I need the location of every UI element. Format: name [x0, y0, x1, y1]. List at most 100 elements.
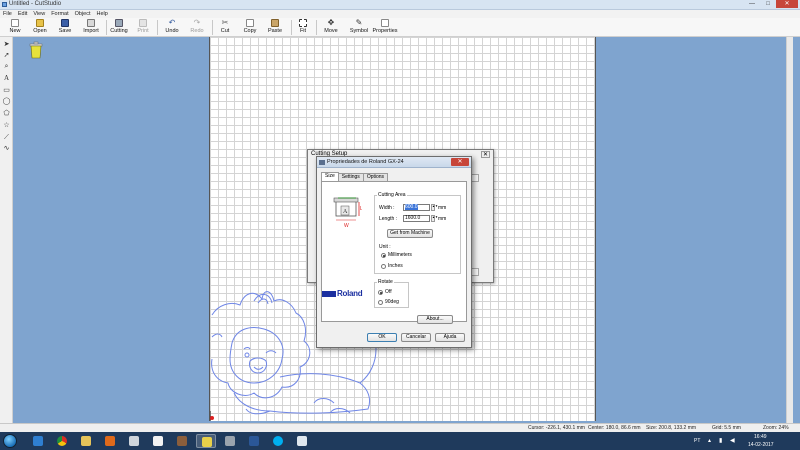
cutting-button[interactable]: Cutting	[109, 19, 129, 36]
open-button[interactable]: Open	[29, 19, 51, 36]
symbol-button[interactable]: ✎ Symbol	[348, 19, 370, 36]
rotate-off-radio[interactable]: Off	[378, 289, 392, 295]
unit-inches-radio[interactable]: Inches	[381, 263, 403, 269]
word-icon	[249, 436, 259, 446]
chrome-icon	[57, 436, 67, 446]
polyline-tool-icon[interactable]: ⟋	[2, 133, 11, 142]
ellipse-tool-icon[interactable]: ◯	[2, 97, 11, 106]
length-input[interactable]: 1600.0	[403, 215, 430, 222]
tab-options[interactable]: Options	[362, 173, 389, 181]
redo-button[interactable]: ↷ Redo	[188, 19, 206, 36]
cutting-icon	[115, 19, 123, 27]
save-disk-icon	[61, 19, 69, 27]
tab-settings[interactable]: Settings	[337, 173, 364, 181]
radio-dot	[378, 289, 383, 295]
undo-button[interactable]: ↶ Undo	[163, 19, 181, 36]
menu-help[interactable]: Help	[97, 10, 108, 18]
rectangle-tool-icon[interactable]: ▭	[2, 86, 11, 95]
taskbar-word[interactable]	[244, 434, 264, 448]
menu-view[interactable]: View	[33, 10, 45, 18]
zoom-tool-icon[interactable]: ⌕	[2, 62, 11, 71]
text-tool-icon[interactable]: A	[2, 74, 11, 83]
unit-millimeters-radio[interactable]: Millimeters	[381, 252, 412, 258]
import-button[interactable]: Import	[79, 19, 103, 36]
width-spinner[interactable]: ▲▼	[431, 204, 438, 211]
save-button[interactable]: Save	[55, 19, 75, 36]
cutting-setup-side-control[interactable]	[471, 268, 479, 276]
taskbar-paint[interactable]	[292, 434, 312, 448]
dialog-close-button[interactable]: ✕	[451, 158, 469, 166]
taskbar-cutstudio[interactable]	[196, 434, 216, 448]
about-button[interactable]: About...	[417, 315, 453, 324]
tab-size[interactable]: Size	[321, 172, 339, 181]
width-input[interactable]: 600.0	[403, 204, 430, 211]
cutting-setup-close-button[interactable]: ✕	[481, 151, 490, 158]
print-button[interactable]: Print	[134, 19, 152, 36]
cutting-area-group: Cutting Area Width : 600.0 ▲▼ mm Length …	[374, 192, 461, 274]
svg-text:A: A	[343, 209, 348, 215]
dialog-title: Propriedades de Roland GX-24	[327, 159, 404, 165]
print-icon	[139, 19, 147, 27]
menu-bar: File Edit View Format Object Help	[0, 10, 800, 18]
close-button[interactable]: ✕	[776, 0, 798, 8]
clock-time[interactable]: 16:49	[754, 434, 767, 440]
new-button[interactable]: New	[5, 19, 25, 36]
status-bar: Cursor: -226.1, 430.1 mm Center: 180.0, …	[0, 423, 800, 432]
copy-button[interactable]: Copy	[241, 19, 259, 36]
vertical-scrollbar[interactable]	[786, 37, 793, 423]
folder-icon	[81, 436, 91, 446]
taskbar-skype[interactable]	[268, 434, 288, 448]
unit-label: Unit :	[379, 244, 391, 250]
fit-button[interactable]: Fit	[296, 19, 310, 36]
minimize-button[interactable]: —	[744, 0, 760, 8]
taskbar-info[interactable]	[148, 434, 168, 448]
start-button[interactable]	[3, 434, 17, 448]
printer-icon	[319, 160, 325, 165]
get-from-machine-button[interactable]: Get from Machine	[387, 229, 433, 238]
help-button[interactable]: Ajuda	[435, 333, 465, 342]
cancel-button[interactable]: Cancelar	[401, 333, 431, 342]
new-document-icon	[11, 19, 19, 27]
taskbar-explorer[interactable]	[76, 434, 96, 448]
move-icon: ✥	[327, 18, 335, 27]
menu-object[interactable]: Object	[75, 10, 91, 18]
internet-explorer-icon	[33, 436, 43, 446]
length-spinner[interactable]: ▲▼	[431, 215, 438, 222]
paste-clipboard-icon	[271, 19, 279, 27]
rotate-90deg-radio[interactable]: 90deg	[378, 299, 399, 305]
taskbar-calculator[interactable]	[124, 434, 144, 448]
menu-edit[interactable]: Edit	[18, 10, 27, 18]
toolbar-separator	[157, 20, 158, 35]
length-unit: mm	[438, 216, 447, 222]
taskbar-app[interactable]	[172, 434, 192, 448]
node-edit-tool-icon[interactable]: ➚	[2, 51, 11, 60]
maximize-button[interactable]: □	[760, 0, 776, 8]
move-button[interactable]: ✥ Move	[322, 19, 340, 36]
tray-arrow-icon[interactable]: ▴	[708, 437, 711, 444]
volume-icon[interactable]: ◀	[730, 437, 735, 444]
language-indicator[interactable]: PT	[694, 438, 700, 444]
taskbar-printer[interactable]	[220, 434, 240, 448]
redo-icon: ↷	[193, 18, 201, 27]
paste-button[interactable]: Paste	[265, 19, 285, 36]
star-tool-icon[interactable]: ☆	[2, 121, 11, 130]
import-icon	[87, 19, 95, 27]
ok-button[interactable]: OK	[367, 333, 397, 342]
taskbar-chrome[interactable]	[52, 434, 72, 448]
curve-tool-icon[interactable]: ∿	[2, 144, 11, 153]
cutter-device-icon: A L W	[333, 197, 362, 229]
network-icon[interactable]: ▮	[719, 437, 722, 444]
clock-date[interactable]: 14-02-2017	[748, 442, 774, 448]
polygon-tool-icon[interactable]: ⬠	[2, 109, 11, 118]
select-tool-icon[interactable]: ➤	[2, 40, 11, 49]
properties-button[interactable]: Properties	[372, 19, 398, 36]
radio-dot	[381, 252, 386, 258]
menu-file[interactable]: File	[3, 10, 12, 18]
taskbar-media[interactable]	[100, 434, 120, 448]
cutting-setup-side-control[interactable]	[471, 174, 479, 182]
cut-button[interactable]: ✂ Cut	[217, 19, 233, 36]
scissors-icon: ✂	[221, 18, 229, 27]
taskbar-ie[interactable]	[28, 434, 48, 448]
menu-format[interactable]: Format	[51, 10, 68, 18]
trash-bin-icon[interactable]	[29, 41, 43, 59]
